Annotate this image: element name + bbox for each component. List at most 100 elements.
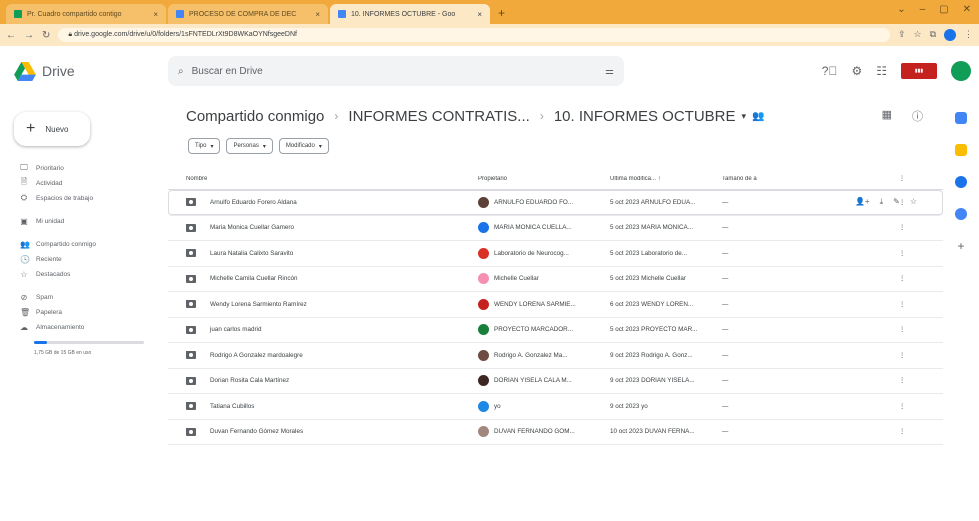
browser-tab-3[interactable]: 10. INFORMES OCTUBRE - Goo × [330,4,490,24]
sidebar-item-destacados[interactable]: ☆ Destacados [0,268,168,280]
extensions-icon[interactable]: ⧉ [930,29,936,41]
close-tab-icon[interactable]: × [477,10,482,19]
browser-tab-bar: Pr. Cuadro compartido contigo × PROCESO D… [0,0,979,24]
sidebar-item-mi-unidad[interactable]: ▣ Mi unidad [0,215,168,227]
modified-cell: 9 oct 2023 Rodrigo A. Gonz... [610,351,693,359]
share-page-icon[interactable]: ⇪ [898,29,906,41]
browser-menu-icon[interactable]: ⋮ [964,29,973,41]
owner-name: ARNULFO EDUARDO FO... [494,198,574,206]
share-person-icon[interactable]: 👤+ [855,197,870,207]
bookmark-star-icon[interactable]: ☆ [913,29,921,41]
help-icon[interactable]: ?⃝ [822,64,838,78]
table-row[interactable]: Maria Monica Cuellar Gamero MARIA MONICA … [168,216,943,241]
tasks-icon[interactable] [955,176,967,188]
new-tab-icon[interactable]: + [498,6,505,20]
account-avatar[interactable] [951,61,971,81]
more-actions-icon[interactable]: ⋮ [892,224,912,231]
sidebar-item-reciente[interactable]: 🕓 Reciente [0,253,168,265]
table-row[interactable]: Arnulfo Eduardo Forero Aldana ARNULFO EDU… [168,190,943,216]
owner-avatar [478,298,489,310]
table-row[interactable]: Michelle Camila Cuellar Rincón Michelle C… [168,267,943,292]
calendar-icon[interactable] [955,112,967,124]
filter-modified[interactable]: Modificado ▾ [278,138,329,154]
more-actions-icon[interactable]: ⋮ [892,428,912,435]
drive-header: Drive ⌕ Buscar en Drive ⚌ ?⃝ ⚙ ☷ ▮▮▮ [0,46,979,96]
minimize-icon[interactable]: – [920,4,926,15]
tab-search-icon[interactable]: ⌄ [897,4,905,15]
close-tab-icon[interactable]: × [315,10,320,19]
search-icon[interactable]: ⌕ [178,66,184,77]
more-actions-icon[interactable]: ⋮ [892,250,912,257]
shared-folder-icon [186,300,196,309]
drive-logo[interactable]: Drive [0,61,168,81]
file-name-cell: Duvan Fernando Gómez Morales [186,427,478,436]
maximize-icon[interactable]: ▢ [939,4,948,15]
view-toggle-icon[interactable]: ▦ [882,108,892,124]
table-row[interactable]: Tatiana Cubillos yo 9 oct 2023 yo — ⋮ [168,394,943,420]
apps-grid-icon[interactable]: ☷ [876,64,887,78]
header-modified[interactable]: Última modifica... ↑ [610,176,722,182]
filter-type[interactable]: Tipo ▾ [188,138,221,154]
table-row[interactable]: juan carlos madrid PROYECTO MARCADOR... 5 … [168,318,943,343]
browser-tab-1[interactable]: Pr. Cuadro compartido contigo × [6,4,166,24]
settings-gear-icon[interactable]: ⚙ [851,64,862,78]
table-row[interactable]: Dorian Rosita Cala Martínez DORIAN YISELA… [168,369,943,394]
sidebar-item-prioritario[interactable]: 🖵 Prioritario [0,162,168,174]
more-actions-icon[interactable]: ⋮ [892,301,912,308]
more-actions-icon[interactable]: ⋮ [892,377,912,384]
url-input[interactable]: 🔒︎ drive.google.com/drive/u/0/folders/1s… [58,28,890,42]
details-info-icon[interactable]: ⓘ [912,108,923,124]
table-row[interactable]: Rodrigo A Gonzalez mardoalegre Rodrigo A.… [168,343,943,369]
reload-icon[interactable]: ↻ [42,30,50,41]
column-options-icon[interactable]: ⋮ [892,175,912,182]
organization-logo-icon: ▮▮▮ [901,63,937,79]
breadcrumb-informes[interactable]: INFORMES CONTRATIS... [348,108,529,125]
search-options-icon[interactable]: ⚌ [605,66,614,77]
profile-avatar[interactable] [944,29,956,41]
sidebar-item-almacenamiento[interactable]: ☁ Almacenamiento [0,321,168,333]
close-tab-icon[interactable]: × [153,10,158,19]
contacts-icon[interactable] [955,208,967,220]
table-row[interactable]: Duvan Fernando Gómez Morales DUVAN FERNAN… [168,420,943,445]
rename-pencil-icon[interactable]: ✎ [893,197,900,207]
forward-icon[interactable]: → [24,30,34,41]
owner-avatar [478,273,489,285]
sidebar-item-espacios[interactable]: ⛭ Espacios de trabajo [0,192,168,204]
more-actions-icon[interactable]: ⋮ [892,352,912,359]
browser-tab-2[interactable]: PROCESO DE COMPRA DE DEC × [168,4,328,24]
shared-folder-icon [186,427,196,436]
download-icon[interactable]: ⤓ [880,197,884,207]
close-window-icon[interactable]: ✕ [963,4,971,15]
starred-icon: ☆ [20,269,28,279]
sidebar-item-spam[interactable]: ⊘ Spam [0,291,168,303]
header-owner[interactable]: Propietario [478,176,610,182]
new-button[interactable]: + Nuevo [14,112,90,146]
table-row[interactable]: Wendy Lorena Sarmiento Ramírez WENDY LORE… [168,292,943,318]
drive-favicon-icon [338,10,346,18]
header-size[interactable]: Tamaño de a [722,176,892,182]
more-actions-icon[interactable]: ⋮ [892,326,912,333]
search-input[interactable]: ⌕ Buscar en Drive ⚌ [168,56,624,86]
sidebar-item-compartido[interactable]: 👥 Compartido conmigo [0,238,168,250]
keep-icon[interactable] [955,144,967,156]
owner-cell: DORIAN YISELA CALA M... [478,375,610,387]
sheets-favicon-icon [14,10,22,18]
owner-avatar [478,400,489,412]
back-icon[interactable]: ← [6,30,16,41]
sort-arrow-icon[interactable]: ↑ [658,176,661,182]
breadcrumb-current[interactable]: 10. INFORMES OCTUBRE ▾ 👥 [554,108,765,125]
header-name[interactable]: Nombre [186,176,478,182]
activity-icon: 🗎 [20,177,28,186]
table-row[interactable]: Laura Natalia Calixto Saravito Laboratori… [168,241,943,267]
sidebar-item-actividad[interactable]: 🗎 Actividad [0,177,168,189]
more-actions-icon[interactable]: ⋮ [892,403,912,410]
add-addon-icon[interactable]: + [955,240,967,252]
add-star-icon[interactable]: ☆ [910,197,917,207]
row-quick-actions: 👤+ ⤓ ✎ ☆ [855,197,917,207]
breadcrumb-shared[interactable]: Compartido conmigo [186,108,324,125]
sidebar-item-papelera[interactable]: 🗑 Papelera [0,306,168,318]
owner-cell: Michelle Cuellar [478,273,610,285]
filter-people[interactable]: Personas ▾ [226,138,273,154]
file-name-cell: Wendy Lorena Sarmiento Ramírez [186,300,478,309]
more-actions-icon[interactable]: ⋮ [892,275,912,282]
